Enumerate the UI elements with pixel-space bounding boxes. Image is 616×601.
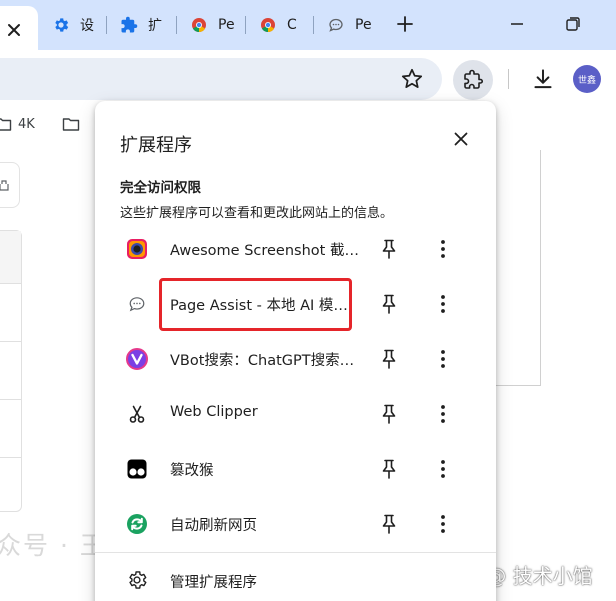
toolbar-divider — [508, 69, 509, 89]
tab-extensions[interactable]: 扩 — [106, 8, 176, 42]
page-table — [0, 230, 22, 512]
watermark-text: 众号 · 王 — [0, 531, 107, 560]
manage-extensions-label: 管理扩展程序 — [170, 575, 257, 591]
vbot-icon — [126, 348, 148, 370]
new-tab-plus-icon[interactable] — [394, 13, 416, 35]
tampermonkey-icon — [126, 458, 148, 480]
table-row — [0, 283, 21, 284]
puzzle-icon — [464, 69, 483, 89]
extension-name: Awesome Screenshot 截屏与录屏 — [170, 243, 360, 259]
table-row — [0, 399, 21, 400]
section-description: 这些扩展程序可以查看和更改此网站上的信息。 — [120, 206, 394, 221]
table-row — [0, 341, 21, 342]
chrome-icon — [259, 16, 277, 34]
restore-window-icon[interactable] — [562, 13, 584, 35]
extension-row-vbot[interactable]: VBot搜索：ChatGPT搜索助手 — [95, 332, 496, 387]
extension-name: 自动刷新网页 — [170, 518, 257, 534]
tab-title: 扩 — [148, 18, 162, 34]
extension-row-awesome-screenshot[interactable]: Awesome Screenshot 截屏与录屏 — [95, 222, 496, 277]
profile-avatar[interactable]: 世鑫 — [573, 65, 601, 93]
extension-row-auto-refresh[interactable]: 自动刷新网页 — [95, 497, 496, 552]
browser-toolbar: 世鑫 — [0, 50, 616, 108]
chat-bubble-icon — [126, 293, 148, 315]
tab-page-5[interactable]: Pe — [313, 8, 381, 42]
bookmark-star-icon[interactable] — [399, 66, 425, 92]
more-options-icon[interactable] — [431, 347, 455, 371]
extension-name: VBot搜索：ChatGPT搜索助手 — [170, 353, 360, 369]
page-icon — [0, 180, 9, 191]
pin-icon[interactable] — [377, 512, 401, 536]
highlight-box — [159, 278, 352, 331]
scissors-icon — [126, 403, 148, 425]
tab-title: C — [287, 17, 297, 33]
table-header — [0, 231, 21, 283]
folder-icon — [62, 118, 80, 131]
close-icon[interactable] — [451, 129, 471, 149]
tab-title: 设 — [80, 18, 94, 34]
pin-icon[interactable] — [377, 402, 401, 426]
more-options-icon[interactable] — [431, 237, 455, 261]
tab-strip: 设 扩 Pe C Pe — [0, 0, 616, 50]
page-divider — [540, 150, 541, 386]
tab-settings[interactable]: 设 — [38, 8, 104, 42]
minimize-icon[interactable] — [506, 13, 528, 35]
tab-title: Pe — [218, 17, 235, 33]
bookmark-folder[interactable] — [62, 116, 86, 132]
tab-title: Pe — [355, 17, 372, 33]
bookmark-label: 4K — [18, 116, 35, 132]
chat-icon — [327, 16, 345, 34]
tab-page-3[interactable]: Pe — [176, 8, 244, 42]
gear-icon — [52, 16, 70, 34]
chrome-icon — [190, 16, 208, 34]
bookmark-folder-4k[interactable]: 4K — [0, 116, 35, 132]
refresh-icon — [126, 513, 148, 535]
gear-icon — [129, 571, 147, 589]
extension-row-tampermonkey[interactable]: 篡改猴 — [95, 442, 496, 497]
more-options-icon[interactable] — [431, 402, 455, 426]
puzzle-icon — [120, 16, 138, 34]
pin-icon[interactable] — [377, 292, 401, 316]
folder-icon — [0, 118, 12, 131]
active-tab[interactable] — [0, 6, 38, 50]
extension-name: Web Clipper — [170, 404, 258, 420]
pin-icon[interactable] — [377, 347, 401, 371]
extension-row-web-clipper[interactable]: Web Clipper — [95, 387, 496, 442]
camera-icon — [126, 238, 148, 260]
download-icon[interactable] — [530, 66, 556, 92]
table-row — [0, 457, 21, 458]
more-options-icon[interactable] — [431, 292, 455, 316]
pin-icon[interactable] — [377, 237, 401, 261]
popup-title: 扩展程序 — [120, 135, 192, 156]
extensions-popup: 扩展程序 完全访问权限 这些扩展程序可以查看和更改此网站上的信息。 Awesom… — [95, 101, 496, 601]
address-bar[interactable] — [0, 58, 442, 100]
more-options-icon[interactable] — [431, 457, 455, 481]
more-options-icon[interactable] — [431, 512, 455, 536]
close-icon[interactable] — [4, 20, 24, 40]
extension-name: 篡改猴 — [170, 463, 214, 479]
manage-extensions-row[interactable]: 管理扩展程序 — [95, 553, 496, 601]
page-divider — [496, 385, 541, 386]
tab-page-4[interactable]: C — [245, 8, 313, 42]
section-title: 完全访问权限 — [120, 180, 201, 196]
extensions-button[interactable] — [453, 60, 493, 100]
pin-icon[interactable] — [377, 457, 401, 481]
